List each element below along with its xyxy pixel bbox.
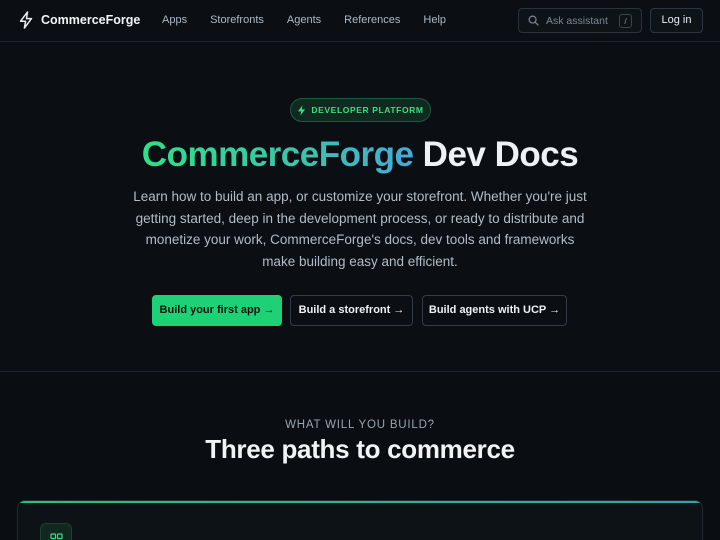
section-title: Three paths to commerce (205, 434, 515, 464)
page: CommerceForge Apps Storefronts Agents Re… (0, 0, 720, 540)
build-storefront-button[interactable]: Build a storefront → (290, 295, 413, 326)
title-suffix: Dev Docs (413, 135, 579, 174)
badge-label: DEVELOPER PLATFORM (311, 105, 424, 115)
lightning-bolt-icon (19, 11, 33, 29)
brand-logo[interactable]: CommerceForge (18, 11, 140, 29)
nav-link-apps[interactable]: Apps (162, 14, 187, 26)
nav-link-references[interactable]: References (344, 14, 400, 26)
login-button[interactable]: Log in (650, 8, 703, 33)
top-nav: CommerceForge Apps Storefronts Agents Re… (0, 0, 720, 42)
grid-icon (49, 532, 63, 540)
card-icon-container (40, 523, 72, 540)
nav-link-storefronts[interactable]: Storefronts (210, 14, 264, 26)
page-title: CommerceForge Dev Docs (0, 135, 720, 175)
brand-name: CommerceForge (41, 13, 141, 27)
build-first-app-button[interactable]: Build your first app → (152, 295, 282, 326)
ask-assistant-search[interactable]: / (518, 8, 642, 33)
title-brand: CommerceForge (141, 135, 414, 174)
card-accent-bar (18, 501, 702, 503)
path-card[interactable] (17, 500, 703, 540)
build-agents-button[interactable]: Build agents with UCP → (422, 295, 567, 326)
developer-platform-badge: DEVELOPER PLATFORM (290, 98, 431, 122)
keyboard-shortcut-hint: / (619, 14, 632, 28)
search-icon (528, 15, 539, 26)
nav-link-help[interactable]: Help (423, 14, 446, 26)
nav-links: Apps Storefronts Agents References Help (162, 14, 469, 26)
hero-description: Learn how to build an app, or customize … (133, 189, 587, 269)
nav-link-agents[interactable]: Agents (287, 14, 321, 26)
search-input[interactable] (546, 14, 618, 27)
section-eyebrow: WHAT WILL YOU BUILD? (285, 419, 435, 431)
lightning-bolt-icon (298, 105, 306, 115)
